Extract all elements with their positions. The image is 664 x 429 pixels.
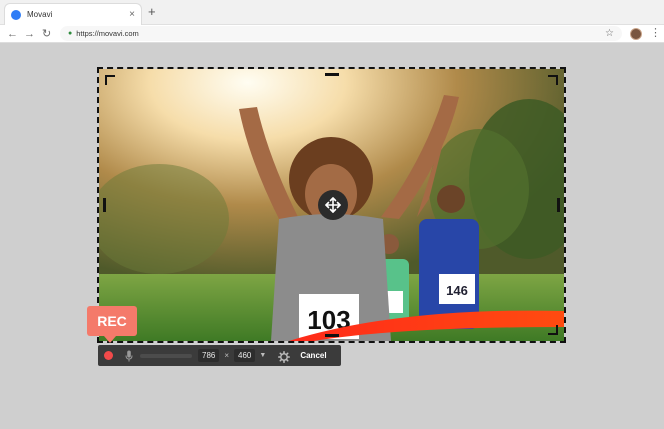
menu-kebab-icon[interactable]: ⋮ — [650, 27, 661, 39]
tab-movavi[interactable]: Movavi × — [4, 3, 142, 25]
rec-badge-pointer — [104, 336, 116, 343]
edge-handle-right[interactable] — [557, 198, 560, 212]
microphone-icon[interactable] — [124, 349, 134, 363]
address-bar[interactable]: ● https://movavi.com ☆ — [60, 26, 622, 41]
move-arrows-icon — [325, 197, 341, 213]
star-icon[interactable]: ☆ — [605, 28, 614, 39]
corner-handle-top-left[interactable] — [105, 75, 115, 85]
size-preset-dropdown-icon[interactable]: ▼ — [259, 352, 266, 359]
favicon-icon — [11, 9, 21, 20]
cancel-button[interactable]: Cancel — [300, 351, 326, 360]
tab-close-icon[interactable]: × — [129, 9, 135, 20]
tab-title: Movavi — [27, 10, 53, 19]
rec-button[interactable]: REC — [87, 306, 137, 336]
reload-icon[interactable]: ↻ — [42, 27, 51, 41]
back-arrow-icon[interactable]: ← — [7, 27, 18, 41]
bib-number-right: 146 — [446, 283, 468, 298]
forward-arrow-icon[interactable]: → — [24, 27, 35, 41]
corner-handle-top-right[interactable] — [548, 75, 558, 85]
url-text[interactable]: https://movavi.com — [76, 29, 605, 38]
edge-handle-left[interactable] — [103, 198, 106, 212]
dimension-separator: × — [224, 351, 230, 360]
edge-handle-top[interactable] — [325, 73, 339, 76]
lock-icon: ● — [68, 30, 73, 37]
nav-bar: ← → ↻ ● https://movavi.com ☆ ⋮ — [0, 25, 664, 43]
new-tab-button[interactable]: + — [148, 5, 156, 18]
corner-handle-bottom-right[interactable] — [548, 325, 558, 335]
recording-toolbar: 786 × 460 ▼ Cancel — [98, 345, 341, 366]
gear-icon[interactable] — [278, 350, 291, 363]
profile-avatar[interactable] — [630, 28, 642, 40]
height-input[interactable]: 460 — [234, 349, 256, 362]
record-dot-icon[interactable] — [104, 351, 113, 360]
tab-bar: Movavi × + — [0, 0, 664, 25]
move-handle[interactable] — [318, 190, 348, 220]
capture-area[interactable]: 146 103 — [97, 67, 566, 343]
edge-handle-bottom[interactable] — [325, 334, 339, 337]
width-input[interactable]: 786 — [198, 349, 220, 362]
audio-level-meter — [140, 353, 192, 358]
